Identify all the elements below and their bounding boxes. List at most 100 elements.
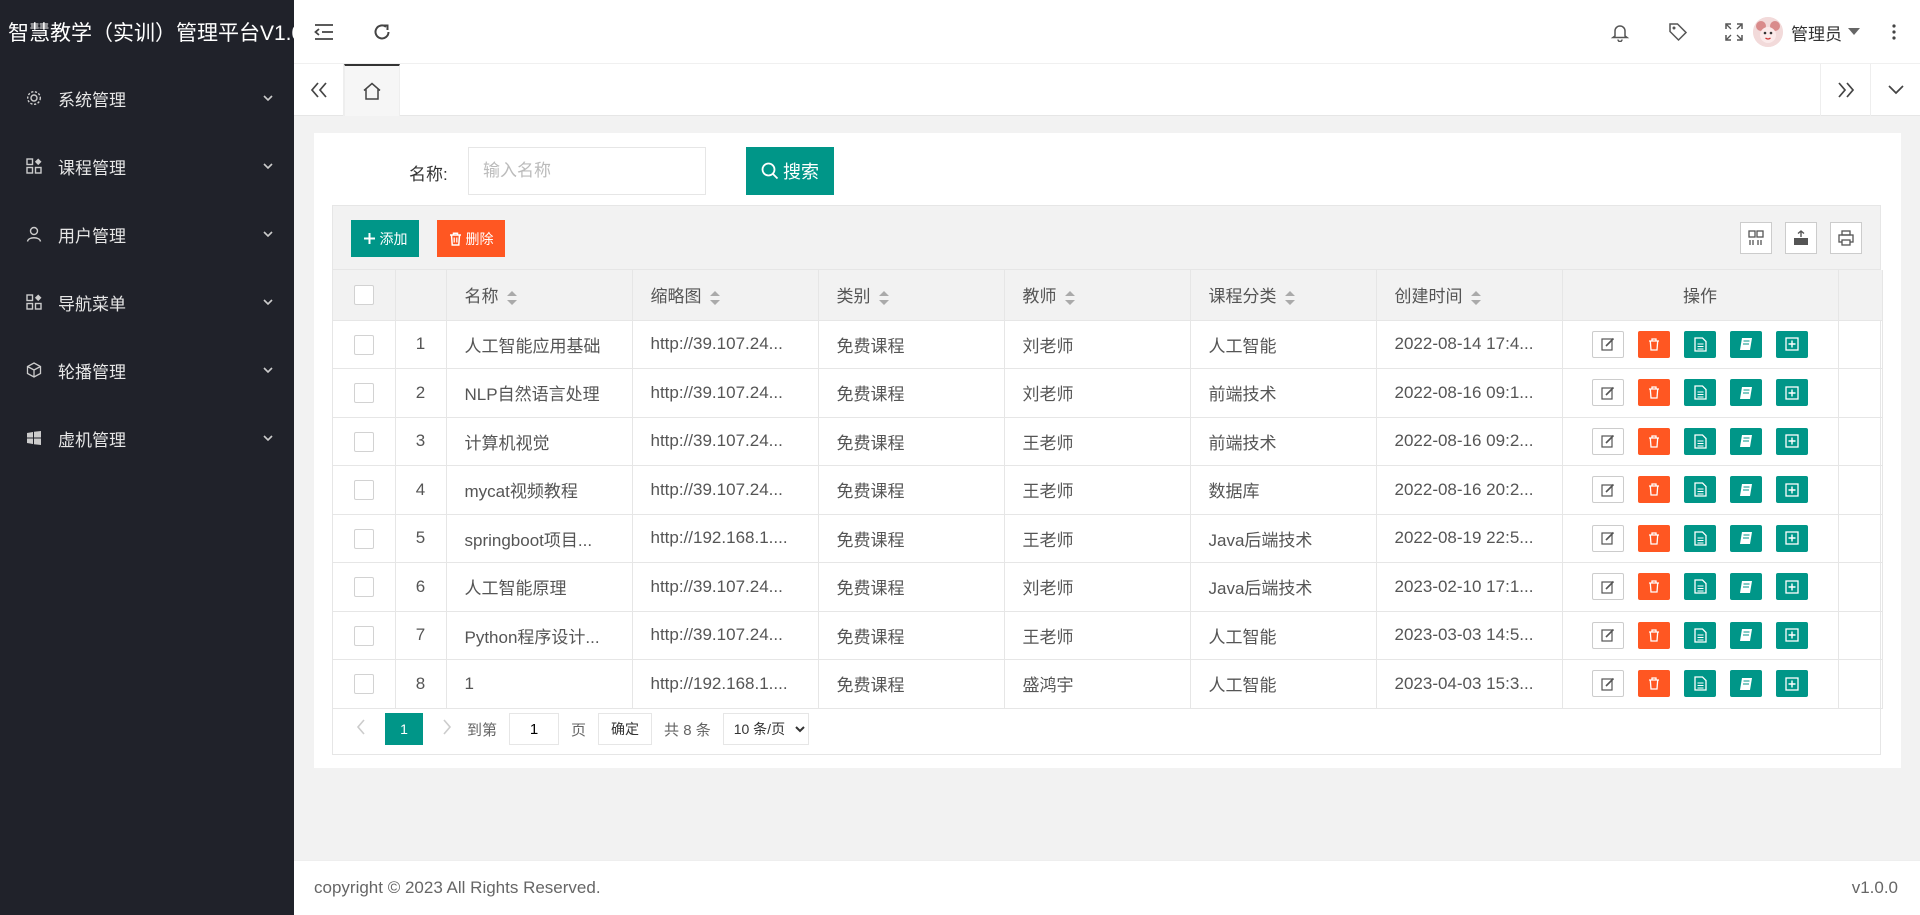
next-page-button[interactable] [433,719,461,739]
collapse-sidebar-button[interactable] [298,0,350,64]
row-checkbox[interactable] [353,674,374,694]
add-chapter-button[interactable] [1776,524,1808,552]
prev-page-button[interactable] [347,719,375,739]
detail-button[interactable] [1684,621,1716,649]
edit-button[interactable] [1592,524,1624,552]
more-button[interactable] [1868,0,1920,64]
delete-button[interactable]: 删除 [437,220,505,257]
row-delete-button[interactable] [1638,524,1670,552]
column-filter-button[interactable] [1740,222,1772,254]
row-delete-button[interactable] [1638,573,1670,601]
edit-button[interactable] [1592,670,1624,698]
sort-icon[interactable] [878,290,889,305]
detail-button[interactable] [1684,524,1716,552]
row-delete-button[interactable] [1638,379,1670,407]
detail-button[interactable] [1684,476,1716,504]
add-chapter-button[interactable] [1776,330,1808,358]
add-chapter-button[interactable] [1776,379,1808,407]
goto-page-input[interactable] [509,713,560,745]
current-page-button[interactable]: 1 [385,713,423,745]
row-delete-button[interactable] [1638,670,1670,698]
sort-icon[interactable] [506,290,517,305]
tags-button[interactable] [1652,0,1704,64]
sidebar-item-nav[interactable]: 导航菜单 [0,268,294,336]
table-row[interactable]: 1 人工智能应用基础 http://39.107.24... 免费课程 刘老师 人工智能 2… [333,320,1883,369]
table-row[interactable]: 8 1 http://192.168.1.... 免费课程 盛鸿宇 人工智能 2023-04… [333,659,1883,709]
column-header-thumbnail[interactable]: 缩略图 [632,270,819,321]
print-button[interactable] [1830,222,1862,254]
edit-button[interactable] [1592,330,1624,358]
row-delete-button[interactable] [1638,621,1670,649]
add-chapter-button[interactable] [1776,621,1808,649]
edit-button[interactable] [1592,379,1624,407]
table-row[interactable]: 4 mycat视频教程 http://39.107.24... 免费课程 王老师 数据库 2… [333,465,1883,515]
user-menu[interactable]: 管理员 [1753,0,1860,64]
column-header-created[interactable]: 创建时间 [1376,270,1563,321]
add-chapter-button[interactable] [1776,670,1808,698]
tabs-scroll-right-button[interactable] [1820,64,1870,116]
chapters-button[interactable] [1730,573,1762,601]
chevron-down-icon [263,435,273,442]
goto-confirm-button[interactable]: 确定 [598,713,653,745]
add-chapter-button[interactable] [1776,427,1808,455]
sidebar-item-carousel[interactable]: 轮播管理 [0,336,294,404]
detail-button[interactable] [1684,427,1716,455]
table-row[interactable]: 7 Python程序设计... http://39.107.24... 免费课程 王老师… [333,611,1883,660]
search-button[interactable]: 搜索 [746,147,834,195]
row-checkbox[interactable] [353,480,374,500]
column-header-category[interactable]: 类别 [818,270,1005,321]
edit-button[interactable] [1592,427,1624,455]
edit-button[interactable] [1592,621,1624,649]
row-spacer [1838,465,1883,515]
tab-home[interactable] [344,64,400,116]
sidebar-item-system[interactable]: 系统管理 [0,64,294,132]
sidebar-item-user[interactable]: 用户管理 [0,200,294,268]
chapters-button[interactable] [1730,330,1762,358]
sidebar-item-course[interactable]: 课程管理 [0,132,294,200]
chapters-button[interactable] [1730,670,1762,698]
detail-button[interactable] [1684,573,1716,601]
row-checkbox[interactable] [353,625,374,646]
sidebar-item-vm[interactable]: 虚机管理 [0,404,294,472]
column-header-teacher[interactable]: 教师 [1004,270,1191,321]
sort-icon[interactable] [1064,290,1075,305]
chapters-button[interactable] [1730,379,1762,407]
chapters-button[interactable] [1730,621,1762,649]
table-row[interactable]: 6 人工智能原理 http://39.107.24... 免费课程 刘老师 Java后端技… [333,562,1883,612]
add-button[interactable]: 添加 [351,220,419,257]
row-checkbox[interactable] [353,577,374,597]
tabs-dropdown-button[interactable] [1870,64,1920,116]
sort-icon[interactable] [1284,290,1295,305]
row-delete-button[interactable] [1638,330,1670,358]
chapters-button[interactable] [1730,476,1762,504]
notifications-button[interactable] [1594,0,1646,64]
page-size-select[interactable]: 10 条/页 [722,713,809,745]
row-checkbox[interactable] [353,431,374,452]
row-delete-button[interactable] [1638,476,1670,504]
table-row[interactable]: 2 NLP自然语言处理 http://39.107.24... 免费课程 刘老师 前端技术… [333,368,1883,418]
row-checkbox[interactable] [353,383,374,403]
tabs-scroll-left-button[interactable] [294,64,344,116]
detail-button[interactable] [1684,379,1716,407]
column-header-course-class[interactable]: 课程分类 [1190,270,1377,321]
search-input[interactable] [468,147,706,195]
row-delete-button[interactable] [1638,427,1670,455]
table-row[interactable]: 3 计算机视觉 http://39.107.24... 免费课程 王老师 前端技术 2022… [333,417,1883,466]
refresh-button[interactable] [356,0,408,64]
row-checkbox[interactable] [353,528,374,549]
chapters-button[interactable] [1730,427,1762,455]
edit-button[interactable] [1592,573,1624,601]
select-all-checkbox[interactable] [353,285,374,305]
row-checkbox[interactable] [353,334,374,355]
chapters-button[interactable] [1730,524,1762,552]
table-row[interactable]: 5 springboot项目... http://192.168.1.... 免费课程… [333,514,1883,563]
sort-icon[interactable] [709,290,720,305]
detail-button[interactable] [1684,330,1716,358]
sort-icon[interactable] [1470,290,1481,305]
export-button[interactable] [1785,222,1817,254]
add-chapter-button[interactable] [1776,573,1808,601]
detail-button[interactable] [1684,670,1716,698]
column-header-name[interactable]: 名称 [446,270,633,321]
add-chapter-button[interactable] [1776,476,1808,504]
edit-button[interactable] [1592,476,1624,504]
